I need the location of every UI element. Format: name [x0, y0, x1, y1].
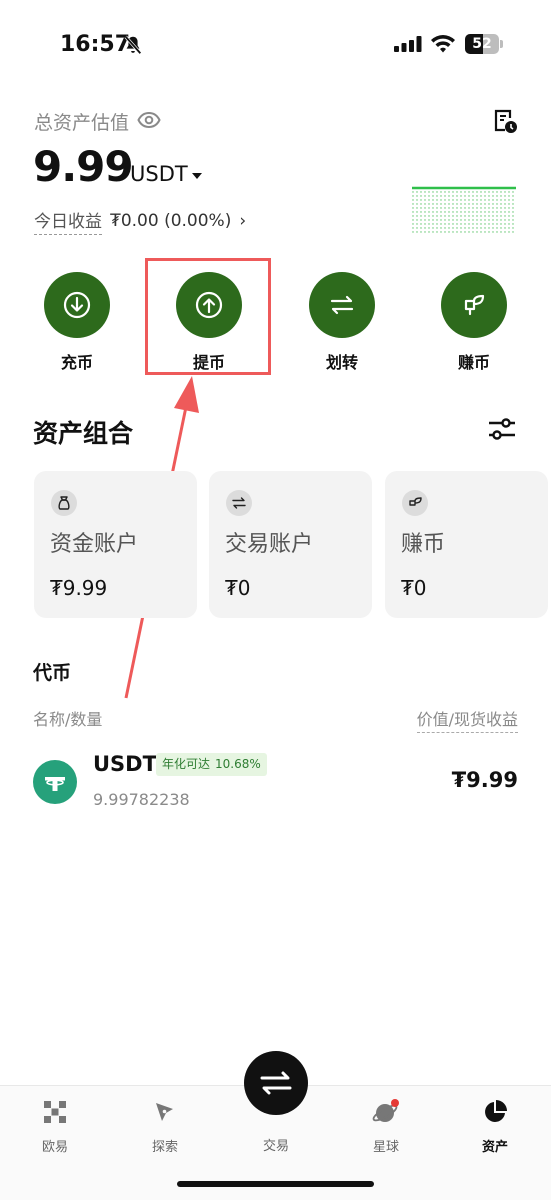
balance-sparkline — [412, 186, 516, 233]
swap-icon — [226, 490, 252, 516]
trading-account-title: 交易账户 — [225, 532, 314, 557]
tab-assets-label: 资产 — [481, 1140, 508, 1155]
earn-account-value: ₮0 — [401, 576, 427, 600]
transfer-button[interactable]: 划转 — [297, 272, 387, 372]
battery-percent: 52 — [472, 36, 492, 52]
column-header-value[interactable]: 价值/现货收益 — [416, 706, 518, 733]
portfolio-title: 资产组合 — [33, 419, 134, 448]
pie-chart-icon — [481, 1098, 509, 1126]
trading-account-value: ₮0 — [225, 576, 251, 600]
tab-planet-label: 星球 — [372, 1140, 399, 1155]
tab-planet[interactable]: 星球 — [346, 1098, 426, 1155]
currency-selector[interactable]: USDT — [130, 162, 188, 186]
tab-trade-label: 交易 — [262, 1139, 289, 1154]
earn-label: 赚币 — [457, 353, 490, 372]
tab-assets[interactable]: 资产 — [455, 1098, 535, 1155]
today-pnl-value: ₮0.00 (0.00%) — [110, 211, 232, 231]
apy-badge[interactable]: 年化可达 10.68% — [156, 753, 267, 776]
apy-label: 年化可达 — [162, 757, 211, 771]
compass-icon — [151, 1098, 179, 1126]
chevron-right-icon: › — [239, 211, 247, 231]
status-time: 16:57 — [60, 32, 131, 57]
bell-off-icon — [124, 35, 142, 55]
token-name: USDT — [93, 752, 157, 776]
total-balance: 9.99 — [33, 142, 134, 191]
transfer-label: 划转 — [325, 353, 358, 372]
filter-settings-icon[interactable] — [487, 416, 517, 442]
eye-icon[interactable] — [137, 110, 161, 130]
earn-button[interactable]: 赚币 — [429, 272, 519, 372]
funding-account-title: 资金账户 — [50, 532, 139, 557]
funding-account-value: ₮9.99 — [50, 576, 108, 600]
okx-logo-icon — [41, 1098, 69, 1126]
today-pnl-row[interactable]: 今日收益 ₮0.00 (0.00%) › — [34, 207, 246, 235]
funding-account-card[interactable]: 资金账户 ₮9.99 — [34, 471, 197, 618]
history-icon[interactable] — [492, 108, 518, 134]
status-bar: 16:57 52 — [0, 0, 551, 90]
tether-icon — [33, 760, 77, 804]
token-quantity: 9.99782238 — [93, 790, 190, 809]
home-indicator — [177, 1181, 374, 1187]
tab-explore-label: 探索 — [151, 1140, 178, 1155]
deposit-label: 充币 — [60, 353, 93, 372]
deposit-icon — [44, 272, 110, 338]
wifi-icon — [431, 35, 455, 53]
caret-down-icon[interactable] — [192, 173, 202, 179]
trade-button[interactable] — [244, 1051, 308, 1115]
bag-icon — [51, 490, 77, 516]
tab-okx[interactable]: 欧易 — [15, 1098, 95, 1155]
earn-account-card[interactable]: 赚币 ₮0 — [385, 471, 548, 618]
tab-okx-label: 欧易 — [41, 1140, 68, 1155]
token-value: ₮9.99 — [451, 768, 518, 792]
earn-icon — [402, 490, 428, 516]
trading-account-card[interactable]: 交易账户 ₮0 — [209, 471, 372, 618]
column-header-name: 名称/数量 — [33, 710, 103, 729]
today-pnl-label: 今日收益 — [34, 207, 102, 235]
deposit-button[interactable]: 充币 — [32, 272, 122, 372]
total-assets-label: 总资产估值 — [34, 112, 130, 134]
earn-icon — [441, 272, 507, 338]
transfer-icon — [309, 272, 375, 338]
signal-icon — [394, 36, 422, 52]
apy-rate: 10.68% — [215, 757, 261, 771]
annotation-highlight-box — [145, 258, 271, 375]
planet-icon — [372, 1098, 400, 1126]
tokens-title: 代币 — [33, 662, 72, 684]
token-row-usdt[interactable]: USDT 年化可达 10.68% 9.99782238 ₮9.99 — [0, 745, 551, 820]
earn-account-title: 赚币 — [401, 532, 446, 557]
battery-icon: 52 — [465, 34, 503, 54]
tab-explore[interactable]: 探索 — [125, 1098, 205, 1155]
trade-icon — [260, 1071, 292, 1095]
